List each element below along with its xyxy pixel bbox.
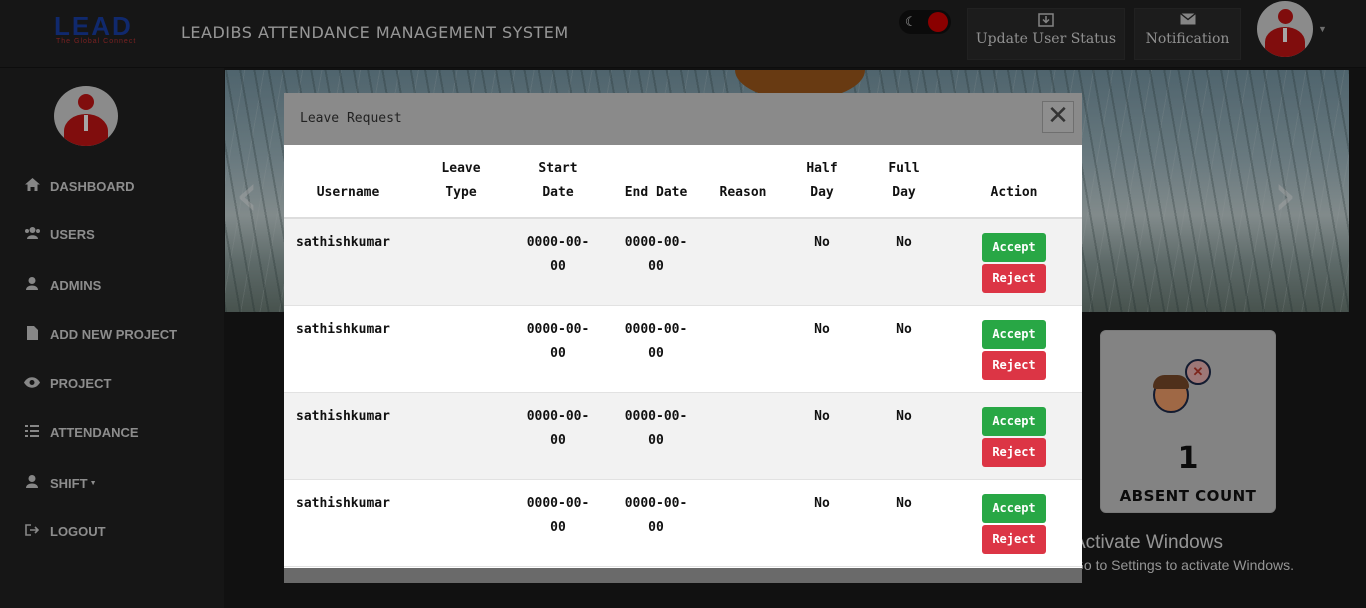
cell-full-day: No	[896, 235, 912, 250]
cell-username: sathishkumar	[296, 409, 390, 424]
column-header-leave-type: Leave	[441, 161, 481, 176]
cell-start-date: 00	[550, 259, 566, 274]
table-row: sathishkumar 0000-00- 00 0000-00- 00 No …	[284, 480, 1082, 567]
column-header-start-date: Start	[538, 161, 578, 176]
cell-end-date: 0000-00-	[624, 496, 688, 511]
cell-start-date: 00	[550, 346, 566, 361]
modal-footer	[284, 568, 1082, 583]
reject-button[interactable]: Reject	[982, 438, 1046, 467]
cell-end-date: 0000-00-	[624, 409, 688, 424]
modal-title: Leave Request	[300, 111, 402, 126]
cell-username: sathishkumar	[296, 496, 390, 511]
cell-start-date: 00	[550, 520, 566, 535]
cell-end-date: 00	[648, 346, 664, 361]
cell-start-date: 0000-00-	[526, 235, 590, 250]
cell-start-date: 0000-00-	[526, 409, 590, 424]
accept-button[interactable]: Accept	[982, 233, 1046, 262]
cell-full-day: No	[896, 409, 912, 424]
table-row: sathishkumar 0000-00- 00 0000-00- 00 No …	[284, 393, 1082, 480]
cell-end-date: 0000-00-	[624, 235, 688, 250]
leave-request-modal: Leave Request ✕ Username Leave Type Star…	[284, 93, 1082, 583]
reject-button[interactable]: Reject	[982, 351, 1046, 380]
watermark-line-1: Activate Windows	[1073, 532, 1223, 553]
activate-windows-watermark: Activate Windows Go to Settings to activ…	[1073, 532, 1294, 573]
cell-end-date: 00	[648, 520, 664, 535]
column-header-end-date: End Date	[624, 185, 688, 200]
reject-button[interactable]: Reject	[982, 525, 1046, 554]
cell-full-day: No	[896, 322, 912, 337]
table-row: sathishkumar 0000-00- 00 0000-00- 00 No …	[284, 219, 1082, 306]
column-header-half-day: Half	[806, 161, 838, 176]
cell-end-date: 0000-00-	[624, 322, 688, 337]
column-header-full-day: Full	[888, 161, 920, 176]
column-header-action: Action	[990, 185, 1038, 200]
cell-half-day: No	[814, 235, 830, 250]
cell-username: sathishkumar	[296, 235, 390, 250]
cell-end-date: 00	[648, 433, 664, 448]
cell-username: sathishkumar	[296, 322, 390, 337]
column-header-leave-type: Type	[445, 185, 477, 200]
modal-header: Leave Request ✕	[284, 93, 1082, 145]
column-header-full-day: Day	[892, 185, 916, 200]
cell-start-date: 0000-00-	[526, 322, 590, 337]
cell-start-date: 00	[550, 433, 566, 448]
accept-button[interactable]: Accept	[982, 494, 1046, 523]
accept-button[interactable]: Accept	[982, 407, 1046, 436]
column-header-username: Username	[316, 185, 380, 200]
accept-button[interactable]: Accept	[982, 320, 1046, 349]
cell-half-day: No	[814, 322, 830, 337]
close-icon[interactable]: ✕	[1042, 101, 1074, 133]
column-header-half-day: Day	[810, 185, 834, 200]
table-header: Username Leave Type Start Date End Date …	[284, 145, 1082, 219]
reject-button[interactable]: Reject	[982, 264, 1046, 293]
cell-start-date: 0000-00-	[526, 496, 590, 511]
cell-half-day: No	[814, 409, 830, 424]
column-header-start-date: Date	[542, 185, 574, 200]
cell-full-day: No	[896, 496, 912, 511]
column-header-reason: Reason	[719, 185, 767, 200]
cell-half-day: No	[814, 496, 830, 511]
watermark-line-2: Go to Settings to activate Windows.	[1073, 557, 1294, 573]
cell-end-date: 00	[648, 259, 664, 274]
table-row: sathishkumar 0000-00- 00 0000-00- 00 No …	[284, 306, 1082, 393]
